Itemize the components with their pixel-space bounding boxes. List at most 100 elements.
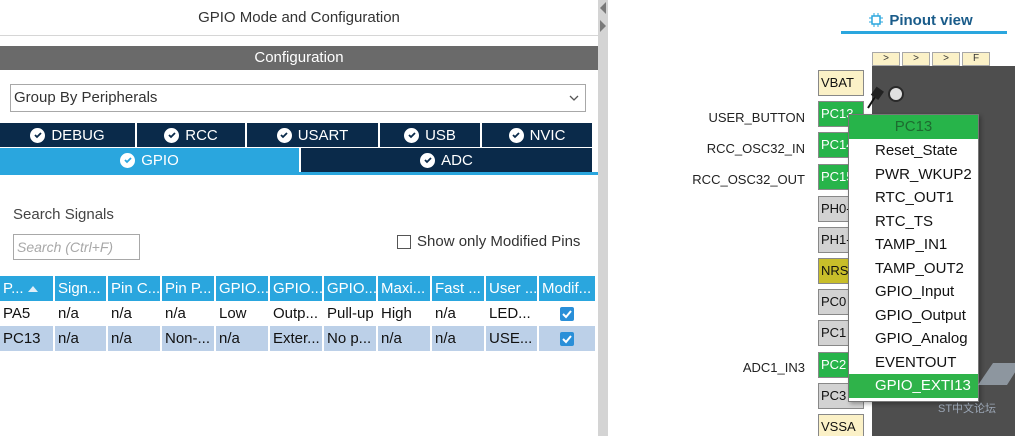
panel-splitter[interactable] [598, 0, 608, 436]
menu-item-rtc-out1[interactable]: RTC_OUT1 [849, 186, 978, 210]
table-cell: n/a [54, 326, 108, 351]
show-modified-label: Show only Modified Pins [417, 233, 581, 250]
tab-label: ADC [441, 151, 473, 169]
show-modified-checkbox[interactable]: Show only Modified Pins [397, 233, 580, 250]
column-header[interactable]: Pin C... [107, 276, 162, 301]
checkbox-box[interactable] [397, 234, 411, 249]
modified-checkbox[interactable] [560, 307, 574, 322]
check-circle-icon [276, 127, 292, 143]
table-cell: n/a [215, 326, 270, 351]
tab-label: Pinout view [889, 11, 973, 29]
configuration-header: Configuration [0, 46, 598, 70]
column-header[interactable]: Fast ... [431, 276, 486, 301]
top-pin[interactable]: > [872, 52, 900, 66]
menu-item-tamp-in1[interactable]: TAMP_IN1 [849, 233, 978, 257]
chevron-down-icon [569, 95, 579, 101]
menu-item-gpio-input[interactable]: GPIO_Input [849, 280, 978, 304]
table-cell: Low [215, 301, 270, 326]
check-circle-icon [508, 127, 524, 143]
modified-cell [538, 301, 597, 326]
table-cell: n/a [54, 301, 108, 326]
column-header[interactable]: Sign... [54, 276, 108, 301]
column-header[interactable]: GPIO... [269, 276, 324, 301]
modified-checkbox[interactable] [560, 332, 574, 347]
column-header[interactable]: Modif... [538, 276, 597, 301]
table-cell: n/a [377, 326, 432, 351]
pinout-panel: Pinout view > > > F VBAT PC13 USER_BUTTO… [608, 0, 1015, 436]
tab-label: USART [297, 126, 349, 144]
gpio-config-panel: GPIO Mode and Configuration Configuratio… [0, 0, 598, 436]
table-cell: n/a [107, 326, 162, 351]
menu-header: PC13 [849, 115, 978, 139]
pin-mode-context-menu: PC13 Reset_State PWR_WKUP2 RTC_OUT1 RTC_… [848, 114, 979, 402]
tab-nvic[interactable]: NVIC [482, 123, 592, 147]
table-row[interactable]: PA5 n/a n/a n/a Low Outp... Pull-up High… [0, 301, 597, 326]
column-header[interactable]: GPIO... [215, 276, 270, 301]
tab-label: RCC [185, 126, 218, 144]
tab-usb[interactable]: USB [380, 123, 482, 147]
table-cell: Pull-up [323, 301, 378, 326]
checkmark-icon [562, 335, 572, 344]
group-by-select[interactable]: Group By Peripherals [10, 84, 586, 112]
top-pin[interactable]: F [962, 52, 990, 66]
tabs-underline [0, 172, 598, 175]
tab-label: NVIC [529, 126, 566, 144]
check-circle-icon [120, 152, 136, 168]
column-header[interactable]: User ... [485, 276, 539, 301]
check-circle-icon [30, 127, 46, 143]
search-signals-input[interactable] [13, 234, 140, 260]
column-header[interactable]: Maxi... [377, 276, 432, 301]
table-cell: LED... [485, 301, 539, 326]
menu-item-tamp-out2[interactable]: TAMP_OUT2 [849, 257, 978, 281]
panel-title: GPIO Mode and Configuration [0, 0, 598, 36]
top-pin[interactable]: > [932, 52, 960, 66]
top-pin[interactable]: > [902, 52, 930, 66]
menu-item-eventout[interactable]: EVENTOUT [849, 351, 978, 375]
tab-label: GPIO [141, 151, 179, 169]
chip-icon [869, 13, 884, 27]
table-row[interactable]: PC13 n/a n/a Non-... n/a Exter... No p..… [0, 326, 597, 351]
sort-arrow-icon [27, 286, 38, 293]
table-cell: n/a [107, 301, 162, 326]
tab-usart[interactable]: USART [247, 123, 380, 147]
tab-debug[interactable]: DEBUG [0, 123, 137, 147]
menu-item-gpio-analog[interactable]: GPIO_Analog [849, 327, 978, 351]
watermark-logo-icon [978, 363, 1015, 385]
column-header[interactable]: GPIO... [323, 276, 378, 301]
table-cell: No p... [323, 326, 378, 351]
table-cell: Outp... [269, 301, 324, 326]
table-cell: n/a [161, 301, 216, 326]
pin-vbat[interactable]: VBAT [818, 70, 864, 96]
menu-item-pwr-wkup2[interactable]: PWR_WKUP2 [849, 163, 978, 187]
tab-rcc[interactable]: RCC [137, 123, 247, 147]
search-signals-label: Search Signals [13, 206, 114, 223]
menu-item-gpio-exti13[interactable]: GPIO_EXTI13 [849, 374, 978, 398]
signals-table: P... Sign... Pin C... Pin P... GPIO... G… [0, 276, 597, 351]
modified-cell [538, 326, 597, 351]
table-header-row: P... Sign... Pin C... Pin P... GPIO... G… [0, 276, 597, 301]
column-header[interactable]: P... [0, 276, 55, 301]
peripheral-tabs-row1: DEBUG RCC USART USB NVIC [0, 123, 592, 147]
collapse-arrows-icon[interactable] [599, 0, 607, 34]
peripheral-tabs-row2: GPIO ADC [0, 148, 592, 172]
table-cell: n/a [431, 326, 486, 351]
tab-gpio[interactable]: GPIO [0, 148, 301, 172]
tab-adc[interactable]: ADC [301, 148, 592, 172]
pushpin-cursor-icon [867, 86, 884, 109]
tab-label: DEBUG [51, 126, 105, 144]
table-cell: Non-... [161, 326, 216, 351]
table-cell: PC13 [0, 326, 55, 351]
menu-item-gpio-output[interactable]: GPIO_Output [849, 304, 978, 328]
table-cell: n/a [431, 301, 486, 326]
tab-pinout-view[interactable]: Pinout view [841, 6, 1001, 34]
menu-item-rtc-ts[interactable]: RTC_TS [849, 210, 978, 234]
column-header[interactable]: Pin P... [161, 276, 216, 301]
table-cell: Exter... [269, 326, 324, 351]
menu-item-reset-state[interactable]: Reset_State [849, 139, 978, 163]
pin-vssa[interactable]: VSSA [818, 414, 864, 436]
table-cell: PA5 [0, 301, 55, 326]
check-circle-icon [164, 127, 180, 143]
checkmark-icon [562, 310, 572, 319]
watermark-text: ST中文论坛 [938, 403, 997, 415]
top-pins: > > > F [872, 52, 990, 66]
